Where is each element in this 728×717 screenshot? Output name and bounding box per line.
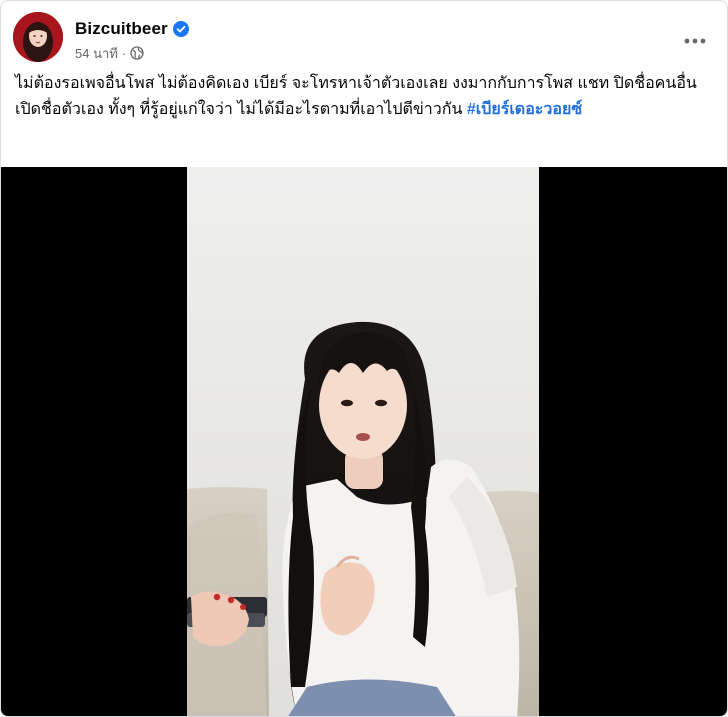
verified-badge-icon [172, 21, 189, 37]
meta-separator: · [121, 45, 127, 61]
post-caption: ไม่ต้องรอเพจอื่นโพส ไม่ต้องคิดเอง เบียร์… [15, 71, 715, 123]
facebook-post: Bizcuitbeer 54 นาที · ไม่ต้องรอเพจอื่นโพ… [0, 0, 728, 717]
video-thumbnail-illustration [187, 167, 539, 716]
video-player[interactable] [1, 167, 727, 716]
post-meta: 54 นาที · [75, 43, 144, 63]
more-options-icon [684, 38, 706, 44]
page-name[interactable]: Bizcuitbeer [75, 19, 168, 39]
post-timestamp[interactable]: 54 นาที [75, 43, 118, 64]
post-header: Bizcuitbeer 54 นาที · [1, 1, 727, 67]
video-frame-image [187, 167, 539, 716]
page-name-row: Bizcuitbeer [75, 17, 189, 41]
hashtag-link[interactable]: #เบียร์เดอะวอยซ์ [467, 101, 582, 118]
globe-icon[interactable] [130, 46, 144, 60]
caption-text: ไม่ต้องรอเพจอื่นโพส ไม่ต้องคิดเอง เบียร์… [15, 75, 697, 118]
page-avatar[interactable] [13, 12, 63, 62]
avatar-image-icon [13, 12, 63, 62]
more-options-button[interactable] [677, 23, 713, 59]
